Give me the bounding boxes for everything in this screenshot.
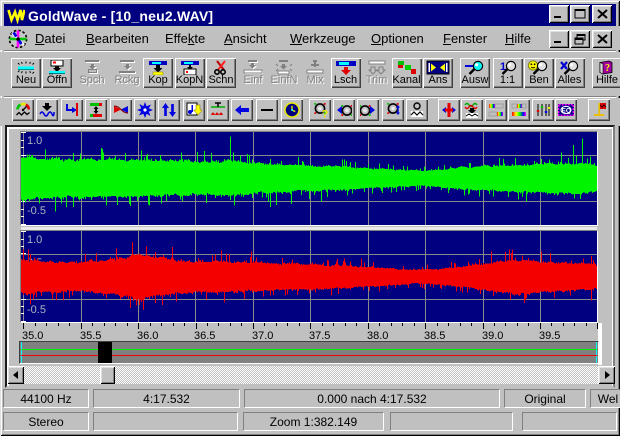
svg-text:1.0: 1.0 xyxy=(27,234,42,246)
svg-text:EQ: EQ xyxy=(562,108,571,115)
svg-text:-0.5: -0.5 xyxy=(27,304,46,316)
svg-text:?: ? xyxy=(321,109,328,119)
svg-text:-0.5: -0.5 xyxy=(27,205,46,217)
svg-text:?: ? xyxy=(605,63,610,74)
svg-text:1.0: 1.0 xyxy=(27,135,42,147)
